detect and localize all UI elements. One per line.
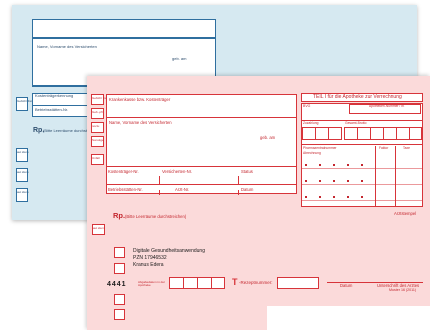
rx-label: Rp. — [113, 211, 126, 220]
left-box-unfall-label: Unfall — [92, 156, 100, 160]
factor-label: Faktor — [379, 146, 389, 150]
t-rx-label: -Rezeptnummer: — [239, 280, 273, 285]
copay-box — [302, 127, 342, 140]
grid-dot — [361, 180, 363, 182]
grid-dot — [319, 196, 321, 198]
left-box-gebuehr-frei-label: Gebühr frei — [92, 96, 108, 100]
back-side-box-3-label: aut idem — [17, 170, 29, 174]
prescription-line-3: Kranus Edera — [133, 262, 164, 268]
grid-row-line-3 — [301, 200, 423, 201]
pharmacy-divider-2 — [301, 144, 423, 145]
front-form-pink: Gebühr frei Geb.-pfl. noctu Sonstige Unf… — [87, 76, 430, 330]
dispense-label: Abgabedatum in der Apotheke — [138, 280, 166, 288]
dispense-cell-1 — [183, 277, 184, 289]
grid-dot — [333, 164, 335, 166]
site-label: Betriebsstätten-Nr. — [108, 187, 143, 192]
bvg-label: BVG — [303, 104, 311, 108]
grid-row-line-2 — [301, 184, 423, 185]
t-letter: T — [232, 277, 238, 287]
insured-no-label: Versicherten-Nr. — [162, 169, 193, 174]
bottom-white-area — [267, 306, 430, 330]
back-top-line — [32, 37, 215, 39]
total-cell-3 — [383, 127, 384, 140]
total-cell-5 — [409, 127, 410, 140]
row1-sep-2 — [238, 176, 239, 184]
empty-checkbox-2 — [114, 309, 125, 320]
prescription-checkbox-2 — [114, 263, 125, 274]
grid-dot — [347, 180, 349, 182]
pzn-label: Pharmazentralnummer — [303, 146, 337, 150]
prescription-line-1: Digitale Gesundheitsanwendung — [133, 248, 205, 254]
grid-dot — [319, 164, 321, 166]
copay-cell-1 — [315, 127, 316, 140]
grid-dot — [361, 196, 363, 198]
grid-dot — [305, 180, 307, 182]
copay-cell-2 — [328, 127, 329, 140]
back-insurer-label: Kostenträgerkennung — [35, 93, 74, 98]
pzn-col-sep-1 — [375, 146, 376, 207]
name-divider — [106, 166, 297, 167]
row1-divider — [106, 184, 297, 185]
t-rx-number-box — [277, 277, 319, 289]
insurer-no-label: Kostenträger-Nr. — [108, 169, 139, 174]
total-cell-4 — [396, 127, 397, 140]
rx-hint: (Bitte Leerräume durchstreichen) — [125, 214, 187, 219]
prescription-line-2: PZN 17946532 — [133, 255, 167, 261]
grid-dot — [361, 164, 363, 166]
back-name-label: Name, Vorname des Versicherten — [37, 44, 97, 49]
grid-dot — [333, 196, 335, 198]
empty-checkbox-1 — [114, 294, 125, 305]
pharmacy-header: TEIL I für die Apotheke zur Verrechnung — [313, 94, 402, 100]
total-cell-2 — [370, 127, 371, 140]
insured-data-box — [106, 94, 297, 194]
pzn-col-sep-2 — [395, 146, 396, 207]
back-side-box-2-label: aut idem — [17, 150, 29, 154]
autidem-label: aut idem — [93, 226, 105, 230]
total-cell-1 — [357, 127, 358, 140]
footer-model: Muster 16 (2011) — [389, 288, 417, 292]
row2-sep-1 — [159, 190, 160, 195]
grid-dot — [319, 180, 321, 182]
stamp-label: Arztstempel — [394, 211, 417, 216]
name-label: Name, Vorname des Versicherten — [109, 120, 172, 125]
row2-sep-2 — [238, 190, 239, 195]
grid-dot — [347, 196, 349, 198]
dispense-cell-3 — [211, 277, 212, 289]
back-side-box-1-label: Gebühr frei — [17, 99, 33, 103]
row1-sep-1 — [159, 176, 160, 184]
footer-date: Datum — [340, 283, 353, 288]
grid-row-line-1 — [301, 168, 423, 169]
total-label: Gesamt-Brutto — [345, 121, 367, 125]
back-site-label: Betriebsstätten-Nr. — [35, 107, 69, 112]
insurer-label: Krankenkasse bzw. Kostenträger — [109, 97, 171, 102]
left-box-geb-pfl-label: Geb.-pfl. — [92, 110, 104, 114]
dispense-cell-2 — [197, 277, 198, 289]
status-label: Status — [241, 169, 253, 174]
left-box-noctu-label: noctu — [92, 124, 100, 128]
tax-label: Taxe — [403, 146, 410, 150]
birth-label: geb. am — [260, 135, 276, 140]
grid-dot — [333, 180, 335, 182]
copay-label: Zuzahlung — [303, 121, 319, 125]
grid-dot — [305, 196, 307, 198]
code-number: 4441 — [107, 281, 127, 288]
grid-dot — [305, 164, 307, 166]
prescription-checkbox-1 — [114, 247, 125, 258]
back-side-box-4-label: aut idem — [17, 190, 29, 194]
grid-dot — [347, 164, 349, 166]
doctor-no-label: Arzt-Nr. — [175, 187, 190, 192]
back-birth-label: geb. am — [172, 56, 187, 61]
grid-row1-label: Abrechnung — [303, 151, 321, 155]
left-box-sonstige-label: Sonstige — [92, 138, 104, 142]
pharmacy-no-label: Apotheken-Nummer / IK — [369, 104, 405, 108]
date-label: Datum — [241, 187, 254, 192]
insurer-divider — [106, 117, 297, 118]
